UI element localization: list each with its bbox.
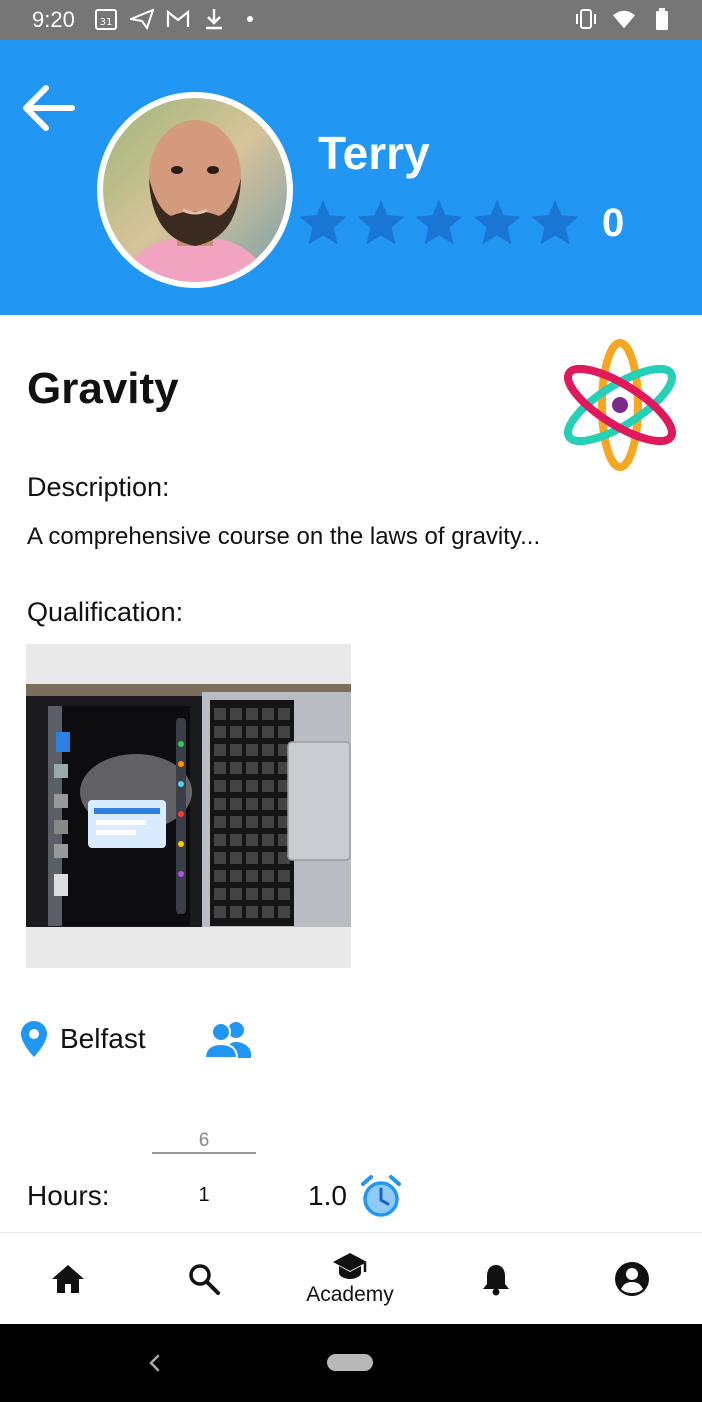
account-icon	[615, 1262, 649, 1296]
download-icon	[202, 7, 226, 31]
nav-home[interactable]	[38, 1233, 98, 1325]
rating-count: 0	[602, 200, 625, 245]
bottom-navigation: Academy	[0, 1232, 702, 1324]
description-text: A comprehensive course on the laws of gr…	[27, 523, 541, 550]
nav-account[interactable]	[602, 1233, 662, 1325]
qualification-image[interactable]	[26, 644, 351, 968]
nav-academy-label: Academy	[306, 1283, 394, 1306]
nav-academy[interactable]: Academy	[290, 1233, 410, 1325]
status-bar: 9:20 31	[0, 0, 702, 40]
search-icon	[189, 1264, 220, 1295]
course-title: Gravity	[27, 364, 179, 413]
description-label: Description:	[27, 472, 170, 502]
qualification-label: Qualification:	[27, 597, 184, 627]
chevron-left-icon	[149, 1354, 160, 1372]
location-city: Belfast	[60, 1023, 146, 1054]
system-home-button[interactable]	[327, 1354, 373, 1371]
hours-value: 1.0	[308, 1180, 347, 1211]
send-icon	[130, 7, 154, 31]
hours-picker-divider	[152, 1152, 256, 1154]
hours-picker-selected[interactable]: 1	[152, 1184, 256, 1207]
star-icon[interactable]	[354, 196, 408, 250]
graduation-cap-icon	[333, 1253, 367, 1279]
user-name: Terry	[318, 127, 430, 179]
location-row: Belfast	[20, 1020, 146, 1058]
rating-row: 0	[296, 196, 624, 250]
star-icon[interactable]	[470, 196, 524, 250]
gmail-icon	[166, 7, 190, 31]
alarm-clock-icon[interactable]	[360, 1174, 402, 1218]
nav-notifications[interactable]	[466, 1233, 526, 1325]
arrow-back-icon	[23, 85, 75, 131]
bell-icon	[483, 1265, 509, 1296]
vibrate-icon	[574, 7, 598, 31]
star-icon[interactable]	[412, 196, 466, 250]
hours-picker-previous[interactable]: 6	[152, 1130, 256, 1152]
system-navigation-bar	[0, 1324, 702, 1402]
dot-icon	[238, 7, 262, 31]
laptop-photo	[26, 684, 351, 927]
svg-text:31: 31	[100, 17, 113, 28]
location-pin-icon	[21, 1021, 47, 1057]
group-icon[interactable]	[203, 1020, 252, 1060]
nav-search[interactable]	[174, 1233, 234, 1325]
hours-label: Hours:	[27, 1180, 110, 1211]
calendar-icon: 31	[94, 7, 118, 31]
profile-header: Terry 0	[0, 40, 702, 315]
status-system-icons	[574, 7, 674, 31]
star-icon[interactable]	[296, 196, 350, 250]
system-back-button[interactable]	[144, 1348, 164, 1378]
wifi-icon	[612, 7, 636, 31]
status-notification-icons: 31	[94, 7, 262, 31]
avatar-image	[103, 98, 287, 282]
atom-icon	[560, 338, 680, 473]
home-icon	[52, 1265, 84, 1293]
back-button[interactable]	[18, 78, 78, 138]
avatar[interactable]	[97, 92, 293, 288]
star-icon[interactable]	[528, 196, 582, 250]
battery-icon	[650, 7, 674, 31]
status-time: 9:20	[32, 7, 75, 32]
